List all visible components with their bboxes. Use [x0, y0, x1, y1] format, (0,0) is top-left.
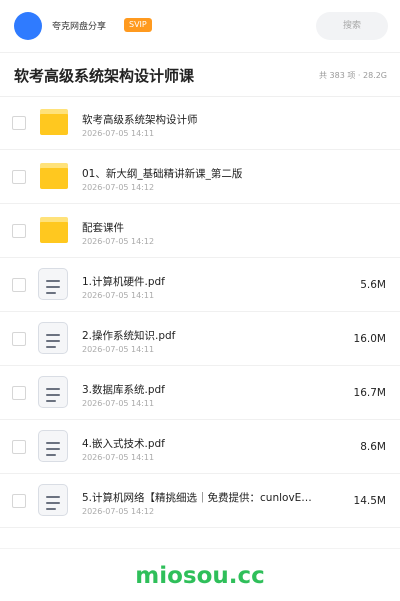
top-header: 夸克网盘分享 SVIP 搜索 — [0, 0, 400, 53]
file-list: 软考高级系统架构设计师 2026-07-05 14:11 01、新大纲_基础精讲… — [0, 96, 400, 528]
file-size: 5.6M — [360, 279, 386, 291]
file-date: 2026-07-05 14:11 — [82, 453, 155, 462]
search-input[interactable]: 搜索 — [316, 12, 388, 40]
folder-meta: 共 383 项 · 28.2G — [319, 71, 387, 80]
file-date: 2026-07-05 14:11 — [82, 291, 155, 300]
checkbox[interactable] — [12, 494, 26, 508]
file-name: 1.计算机硬件.pdf — [82, 276, 165, 288]
file-name: 4.嵌入式技术.pdf — [82, 438, 165, 450]
file-date: 2026-07-05 14:12 — [82, 507, 155, 516]
list-item[interactable]: 5.计算机网络【精挑细选｜免费提供：cunlovE… 2026-07-05 14… — [0, 474, 400, 528]
avatar[interactable] — [14, 12, 42, 40]
file-date: 2026-07-05 14:12 — [82, 237, 155, 246]
file-date: 2026-07-05 14:11 — [82, 345, 155, 354]
folder-icon — [38, 106, 70, 140]
brand-watermark[interactable]: miosou.cc — [0, 563, 400, 589]
file-name: 3.数据库系统.pdf — [82, 384, 165, 396]
checkbox[interactable] — [12, 386, 26, 400]
file-size: 16.7M — [353, 387, 386, 399]
checkbox[interactable] — [12, 224, 26, 238]
file-name: 软考高级系统架构设计师 — [82, 114, 198, 126]
page-title: 软考高级系统架构设计师课 — [14, 67, 195, 85]
file-name: 配套课件 — [82, 222, 124, 234]
footer: miosou.cc — [0, 548, 400, 601]
file-name: 2.操作系统知识.pdf — [82, 330, 176, 342]
list-item[interactable]: 01、新大纲_基础精讲新课_第二版 2026-07-05 14:12 — [0, 150, 400, 204]
file-date: 2026-07-05 14:11 — [82, 399, 155, 408]
list-item[interactable]: 4.嵌入式技术.pdf 2026-07-05 14:11 8.6M — [0, 420, 400, 474]
list-item[interactable]: 配套课件 2026-07-05 14:12 — [0, 204, 400, 258]
file-name: 5.计算机网络【精挑细选｜免费提供：cunlovE… — [82, 492, 312, 504]
document-icon — [38, 322, 70, 356]
document-icon — [38, 484, 70, 518]
document-icon — [38, 430, 70, 464]
document-icon — [38, 376, 70, 410]
folder-title-bar: 软考高级系统架构设计师课 共 383 项 · 28.2G — [0, 52, 400, 97]
file-name: 01、新大纲_基础精讲新课_第二版 — [82, 168, 243, 180]
document-icon — [38, 268, 70, 302]
file-date: 2026-07-05 14:12 — [82, 183, 155, 192]
list-item[interactable]: 软考高级系统架构设计师 2026-07-05 14:11 — [0, 96, 400, 150]
file-size: 8.6M — [360, 441, 386, 453]
folder-icon — [38, 160, 70, 194]
list-item[interactable]: 3.数据库系统.pdf 2026-07-05 14:11 16.7M — [0, 366, 400, 420]
vip-badge: SVIP — [124, 18, 152, 32]
folder-icon — [38, 214, 70, 248]
share-name: 夸克网盘分享 — [52, 22, 107, 32]
checkbox[interactable] — [12, 170, 26, 184]
file-size: 16.0M — [353, 333, 386, 345]
checkbox[interactable] — [12, 440, 26, 454]
file-date: 2026-07-05 14:11 — [82, 129, 155, 138]
checkbox[interactable] — [12, 332, 26, 346]
checkbox[interactable] — [12, 116, 26, 130]
checkbox[interactable] — [12, 278, 26, 292]
file-size: 14.5M — [353, 495, 386, 507]
list-item[interactable]: 1.计算机硬件.pdf 2026-07-05 14:11 5.6M — [0, 258, 400, 312]
list-item[interactable]: 2.操作系统知识.pdf 2026-07-05 14:11 16.0M — [0, 312, 400, 366]
